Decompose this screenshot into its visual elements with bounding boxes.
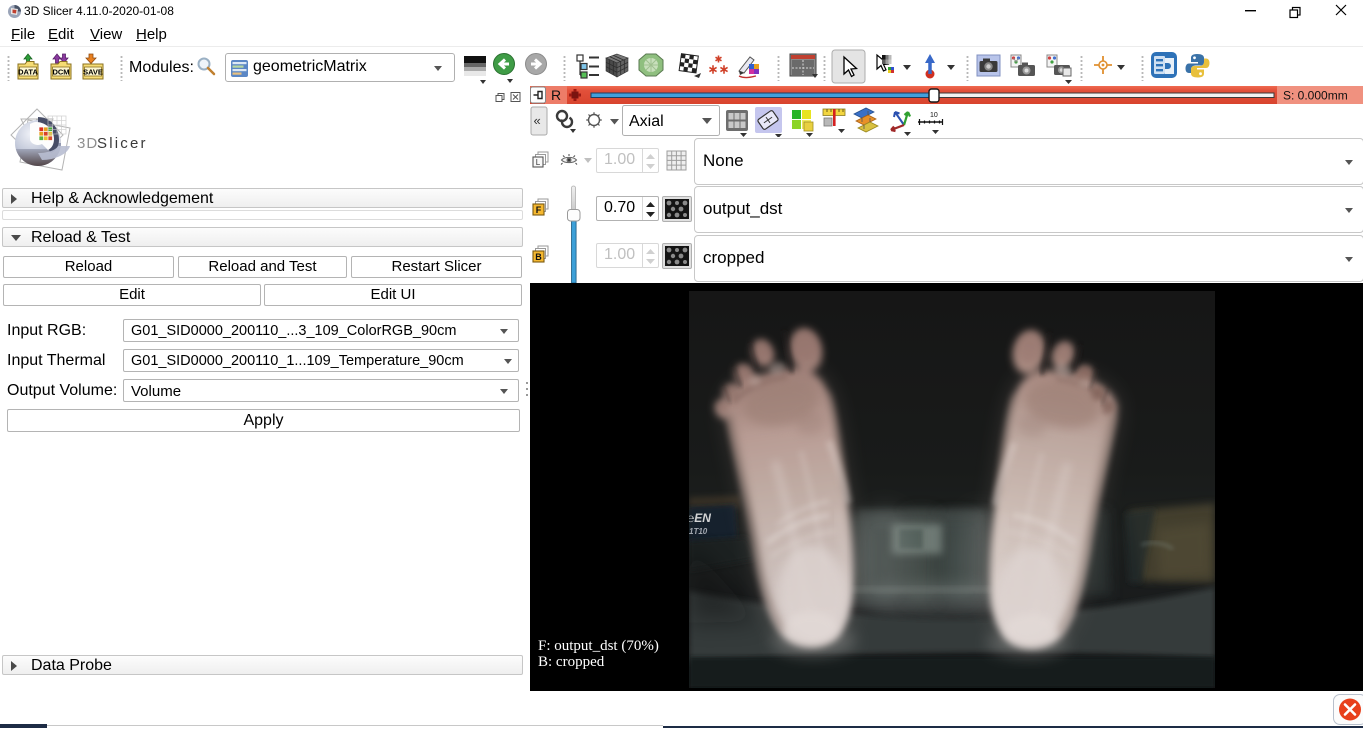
svg-text:«: « — [534, 113, 541, 128]
svg-text:S: 0.000mm: S: 0.000mm — [1283, 89, 1348, 103]
svg-text:1T10: 1T10 — [689, 527, 708, 536]
svg-text:R: R — [551, 87, 561, 103]
svg-text:F: F — [536, 205, 542, 215]
svg-text:DCM: DCM — [52, 68, 69, 77]
svg-text:Axial: Axial — [629, 113, 664, 130]
svg-text:L: L — [536, 158, 541, 167]
svg-text:℮EN: ℮EN — [689, 511, 711, 525]
svg-text:DATA: DATA — [18, 68, 38, 77]
svg-text:SAVE: SAVE — [83, 68, 103, 77]
svg-text:3D: 3D — [77, 135, 98, 152]
svg-text:Slicer: Slicer — [97, 135, 148, 152]
svg-text:10: 10 — [930, 112, 938, 119]
svg-text:B: B — [535, 252, 542, 262]
